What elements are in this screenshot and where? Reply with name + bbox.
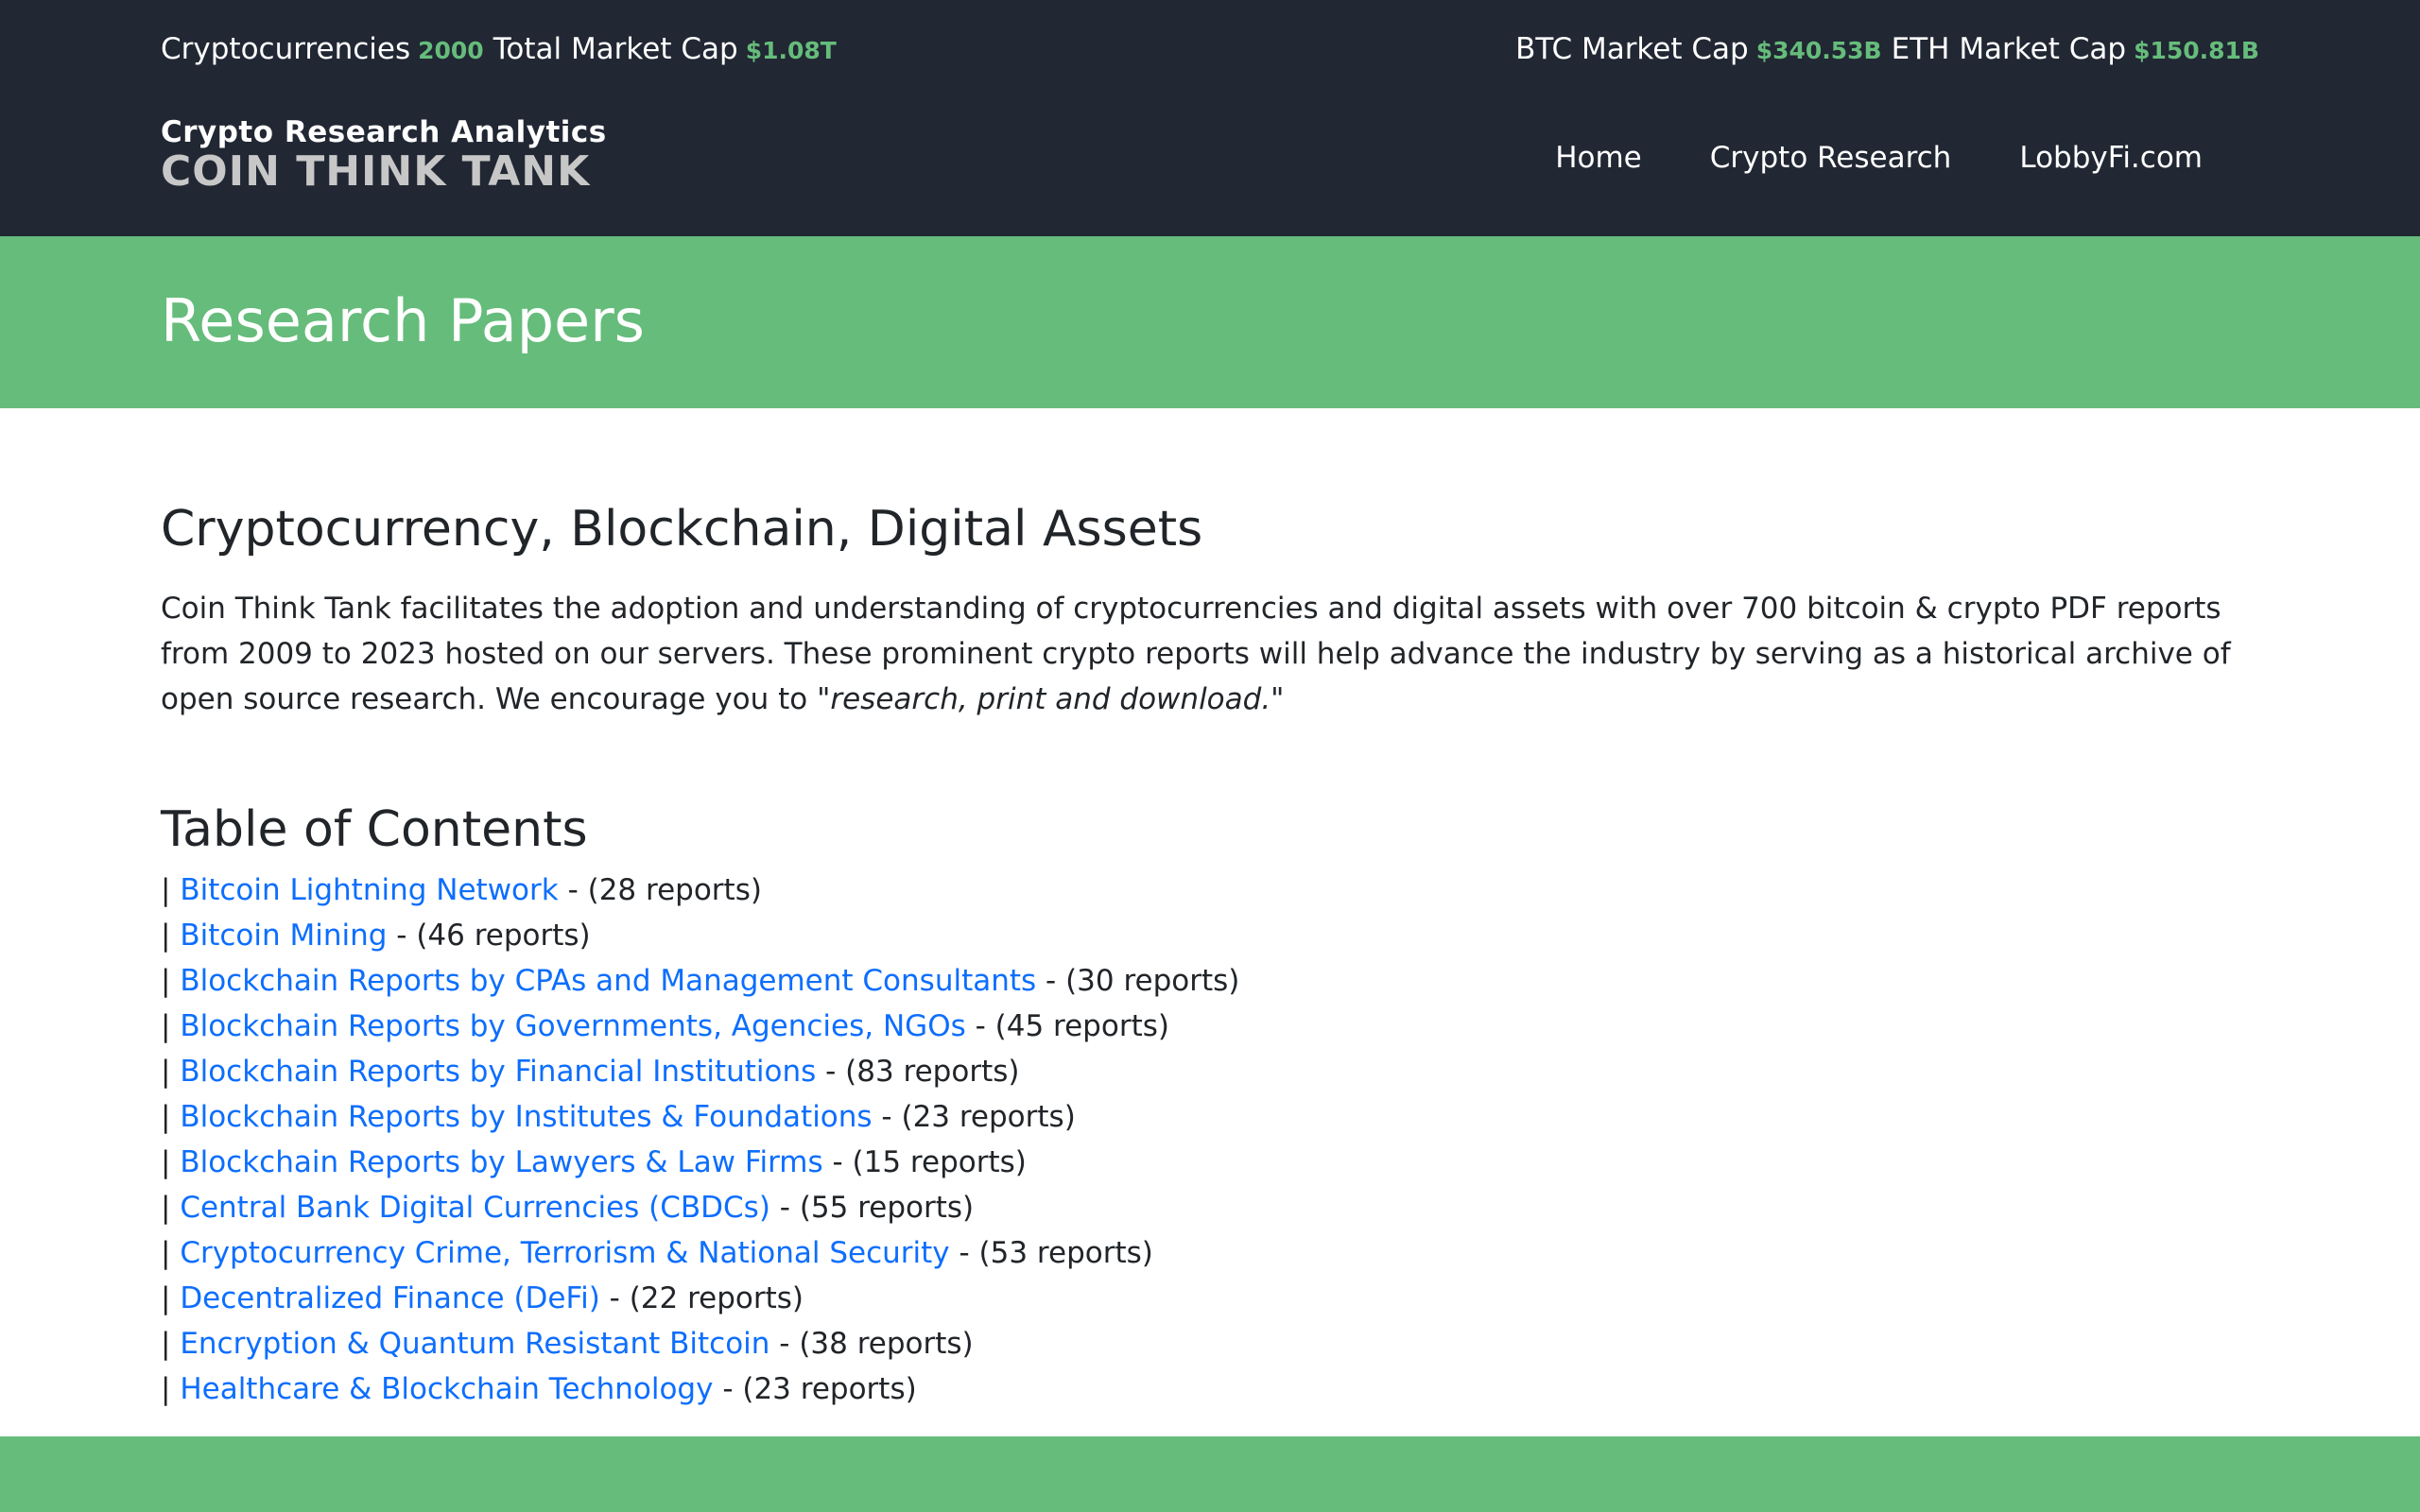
toc-item: | Blockchain Reports by CPAs and Managem… xyxy=(161,958,2269,1004)
toc-link-bitcoin-mining[interactable]: Bitcoin Mining xyxy=(180,919,387,953)
toc-report-count: - (30 reports) xyxy=(1036,964,1240,998)
main-nav: Home Crypto Research LobbyFi.com xyxy=(1555,137,2203,179)
cryptocurrencies-label: Cryptocurrencies xyxy=(161,32,411,66)
toc-item: | Blockchain Reports by Lawyers & Law Fi… xyxy=(161,1140,2269,1185)
nav-lobbyfi-link[interactable]: LobbyFi.com xyxy=(2019,141,2203,175)
total-market-cap-value: $1.08T xyxy=(745,37,837,64)
toc-separator: | xyxy=(161,1191,181,1225)
toc-item: | Bitcoin Mining - (46 reports) xyxy=(161,913,2269,958)
page-title: Research Papers xyxy=(161,286,645,355)
toc-separator: | xyxy=(161,1145,181,1179)
total-market-cap-label: Total Market Cap xyxy=(493,32,738,66)
toc-item: | Blockchain Reports by Institutes & Fou… xyxy=(161,1094,2269,1140)
toc-link-lightning-network[interactable]: Bitcoin Lightning Network xyxy=(180,873,558,907)
toc-separator: | xyxy=(161,1100,181,1134)
toc-report-count: - (83 reports) xyxy=(816,1055,1020,1089)
toc-heading: Table of Contents xyxy=(161,801,588,858)
toc-item: | Encryption & Quantum Resistant Bitcoin… xyxy=(161,1321,2269,1366)
toc-item: | Blockchain Reports by Governments, Age… xyxy=(161,1004,2269,1049)
toc-report-count: - (23 reports) xyxy=(713,1372,917,1406)
section-heading: Cryptocurrency, Blockchain, Digital Asse… xyxy=(161,501,1203,558)
toc-item: | Cryptocurrency Crime, Terrorism & Nati… xyxy=(161,1230,2269,1276)
toc-separator: | xyxy=(161,1281,181,1315)
toc-link-healthcare-blockchain[interactable]: Healthcare & Blockchain Technology xyxy=(180,1372,713,1406)
toc-item: | Central Bank Digital Currencies (CBDCs… xyxy=(161,1185,2269,1230)
toc-report-count: - (45 reports) xyxy=(965,1009,1169,1043)
toc-link-cbdcs[interactable]: Central Bank Digital Currencies (CBDCs) xyxy=(180,1191,770,1225)
toc-item: | Blockchain Reports by Financial Instit… xyxy=(161,1049,2269,1094)
logo-subtitle: Crypto Research Analytics xyxy=(161,115,607,149)
toc-link-crime-terrorism[interactable]: Cryptocurrency Crime, Terrorism & Nation… xyxy=(180,1236,949,1270)
toc-report-count: - (23 reports) xyxy=(872,1100,1076,1134)
toc-separator: | xyxy=(161,964,181,998)
market-stats-left: Cryptocurrencies 2000 Total Market Cap $… xyxy=(161,32,837,66)
toc-link-financial-institutions[interactable]: Blockchain Reports by Financial Institut… xyxy=(180,1055,816,1089)
footer-strip xyxy=(0,1436,2420,1512)
toc-link-governments-agencies[interactable]: Blockchain Reports by Governments, Agenc… xyxy=(180,1009,965,1043)
toc-separator: | xyxy=(161,1327,181,1361)
site-logo[interactable]: Crypto Research Analytics COIN THINK TAN… xyxy=(161,115,633,195)
toc-link-cpas-consultants[interactable]: Blockchain Reports by CPAs and Managemen… xyxy=(180,964,1036,998)
toc-link-institutes-foundations[interactable]: Blockchain Reports by Institutes & Found… xyxy=(180,1100,872,1134)
cryptocurrencies-count: 2000 xyxy=(418,37,484,64)
toc-item: | Healthcare & Blockchain Technology - (… xyxy=(161,1366,2269,1412)
toc-item: | Bitcoin Lightning Network - (28 report… xyxy=(161,868,2269,913)
nav-home-link[interactable]: Home xyxy=(1555,141,1642,175)
toc-separator: | xyxy=(161,1055,181,1089)
toc-link-defi[interactable]: Decentralized Finance (DeFi) xyxy=(180,1281,599,1315)
toc-report-count: - (22 reports) xyxy=(599,1281,804,1315)
toc-link-lawyers-law-firms[interactable]: Blockchain Reports by Lawyers & Law Firm… xyxy=(180,1145,822,1179)
btc-market-cap-value: $340.53B xyxy=(1755,37,1882,64)
page-title-banner: Research Papers xyxy=(0,236,2420,408)
toc-separator: | xyxy=(161,1236,181,1270)
market-stats-bar: Cryptocurrencies 2000 Total Market Cap $… xyxy=(161,28,2259,70)
toc-report-count: - (38 reports) xyxy=(769,1327,974,1361)
intro-paragraph: Coin Think Tank facilitates the adoption… xyxy=(161,586,2269,722)
toc-report-count: - (28 reports) xyxy=(558,873,762,907)
eth-market-cap-label: ETH Market Cap xyxy=(1891,32,2127,66)
toc-list: | Bitcoin Lightning Network - (28 report… xyxy=(161,868,2269,1412)
btc-market-cap-label: BTC Market Cap xyxy=(1515,32,1749,66)
toc-report-count: - (15 reports) xyxy=(822,1145,1027,1179)
toc-separator: | xyxy=(161,919,181,953)
site-header: Cryptocurrencies 2000 Total Market Cap $… xyxy=(0,0,2420,236)
main-content: Cryptocurrency, Blockchain, Digital Asse… xyxy=(161,491,2269,1412)
market-stats-right: BTC Market Cap $340.53B ETH Market Cap $… xyxy=(1515,32,2259,66)
toc-separator: | xyxy=(161,1372,181,1406)
toc-report-count: - (53 reports) xyxy=(949,1236,1153,1270)
toc-report-count: - (46 reports) xyxy=(387,919,591,953)
toc-item: | Decentralized Finance (DeFi) - (22 rep… xyxy=(161,1276,2269,1321)
nav-crypto-research-link[interactable]: Crypto Research xyxy=(1710,141,1952,175)
toc-separator: | xyxy=(161,1009,181,1043)
toc-separator: | xyxy=(161,873,181,907)
eth-market-cap-value: $150.81B xyxy=(2134,37,2259,64)
toc-report-count: - (55 reports) xyxy=(769,1191,975,1225)
toc-link-encryption-quantum[interactable]: Encryption & Quantum Resistant Bitcoin xyxy=(180,1327,769,1361)
intro-quote: "research, print and download." xyxy=(817,682,1285,716)
logo-title: COIN THINK TANK xyxy=(161,147,591,196)
